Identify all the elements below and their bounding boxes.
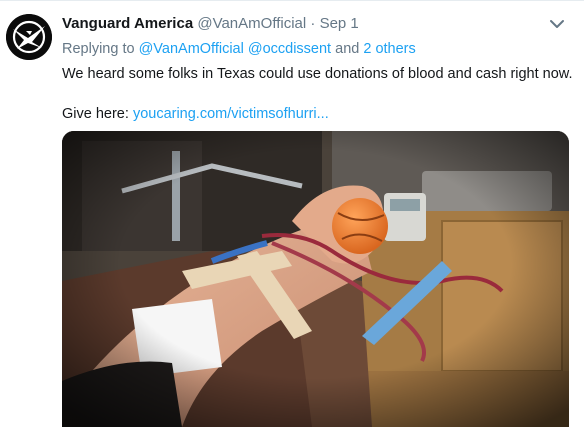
donation-link[interactable]: youcaring.com/victimsofhurri... [133, 106, 329, 122]
user-handle[interactable]: @VanAmOfficial [197, 15, 306, 32]
reply-prefix: Replying to [62, 41, 135, 57]
tweet-header: Vanguard America @VanAmOfficial · Sep 1 [62, 15, 359, 35]
tweet-text: We heard some folks in Texas could use d… [62, 66, 573, 82]
avatar[interactable] [6, 14, 52, 60]
eagle-logo-icon [6, 14, 52, 60]
chevron-down-icon[interactable] [549, 18, 565, 30]
top-divider [0, 0, 584, 1]
blood-donation-photo-icon [62, 131, 569, 427]
separator: · [310, 15, 316, 32]
reply-mention-occdissent[interactable]: @occdissent [248, 41, 331, 57]
reply-and: and [335, 41, 360, 57]
display-name[interactable]: Vanguard America [62, 15, 193, 32]
give-line: Give here: youcaring.com/victimsofhurri.… [62, 106, 329, 122]
tweet-date[interactable]: Sep 1 [320, 15, 359, 32]
reply-others-link[interactable]: 2 others [363, 41, 415, 57]
replying-to: Replying to @VanAmOfficial @occdissent a… [62, 41, 416, 57]
tweet-media[interactable] [62, 131, 569, 427]
reply-mention-vanam[interactable]: @VanAmOfficial [139, 41, 244, 57]
give-label: Give here: [62, 106, 129, 122]
